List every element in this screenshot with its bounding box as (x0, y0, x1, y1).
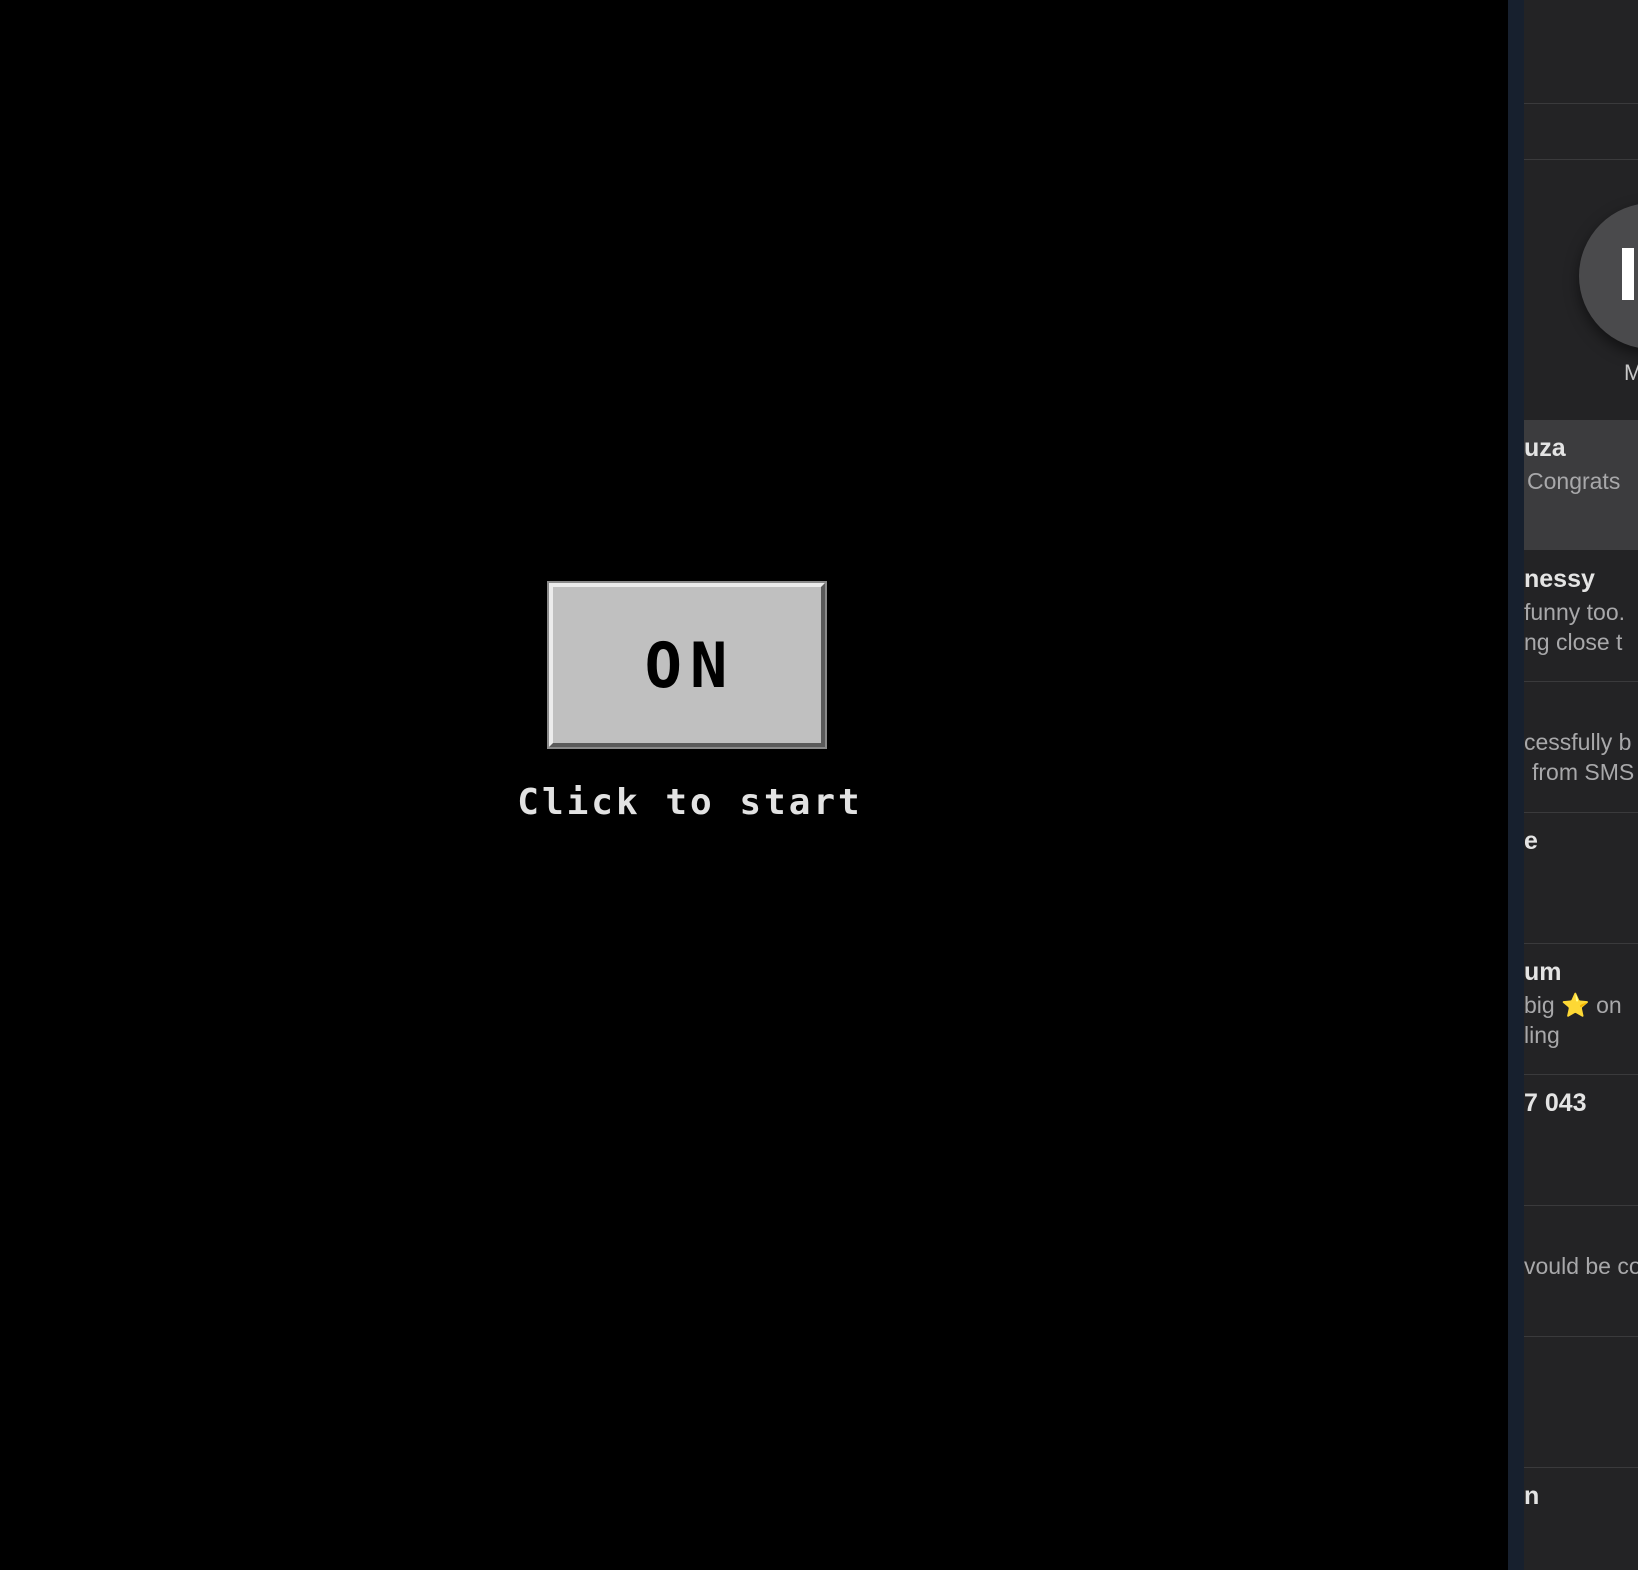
conversation-preview-line2: from SMS (1532, 759, 1635, 785)
conversation-preview: big ⭐ on (1524, 992, 1622, 1018)
conversation-preview: cessfully b (1524, 729, 1632, 755)
conversation-item[interactable]: n (1524, 1468, 1638, 1570)
conversation-title: 7 043 (1524, 1089, 1587, 1117)
conversation-preview: funny too. (1524, 599, 1626, 625)
conversation-item[interactable]: uza Congrats (1524, 420, 1638, 550)
sidebar-header (1524, 0, 1638, 104)
search-bar[interactable] (1524, 104, 1638, 160)
start-hint-text: Click to start (517, 782, 863, 823)
power-on-button[interactable]: ON (547, 581, 827, 749)
conversation-item[interactable]: vould be co (1524, 1206, 1638, 1337)
conversation-item[interactable]: e (1524, 813, 1638, 944)
conversation-item[interactable]: 7 043 (1524, 1075, 1638, 1206)
conversation-title: n (1524, 1482, 1540, 1510)
conversation-item[interactable] (1524, 1337, 1638, 1468)
conversation-preview: Congrats (1527, 468, 1621, 494)
conversation-title: um (1524, 958, 1562, 986)
pinned-avatar-initial (1622, 248, 1634, 300)
conversation-item[interactable]: um big ⭐ on ling (1524, 944, 1638, 1075)
conversation-item[interactable]: cessfully b from SMS (1524, 682, 1638, 813)
window-divider (1508, 0, 1524, 1570)
conversation-preview-line2: ng close t (1524, 629, 1623, 655)
pinned-contact-name: M (1624, 360, 1638, 385)
conversation-preview: vould be co (1524, 1253, 1638, 1279)
power-on-label: ON (644, 628, 736, 702)
conversation-title: nessy (1524, 565, 1595, 593)
game-canvas[interactable]: ON Click to start (0, 0, 1508, 1570)
conversation-preview-line2: ling (1524, 1022, 1560, 1048)
conversation-title: uza (1524, 434, 1566, 462)
conversation-item[interactable]: nessy funny too. ng close t (1524, 551, 1638, 682)
messages-sidebar: M uza Congrats nessy funny too. ng close… (1524, 0, 1638, 1570)
conversation-title: e (1524, 827, 1538, 855)
